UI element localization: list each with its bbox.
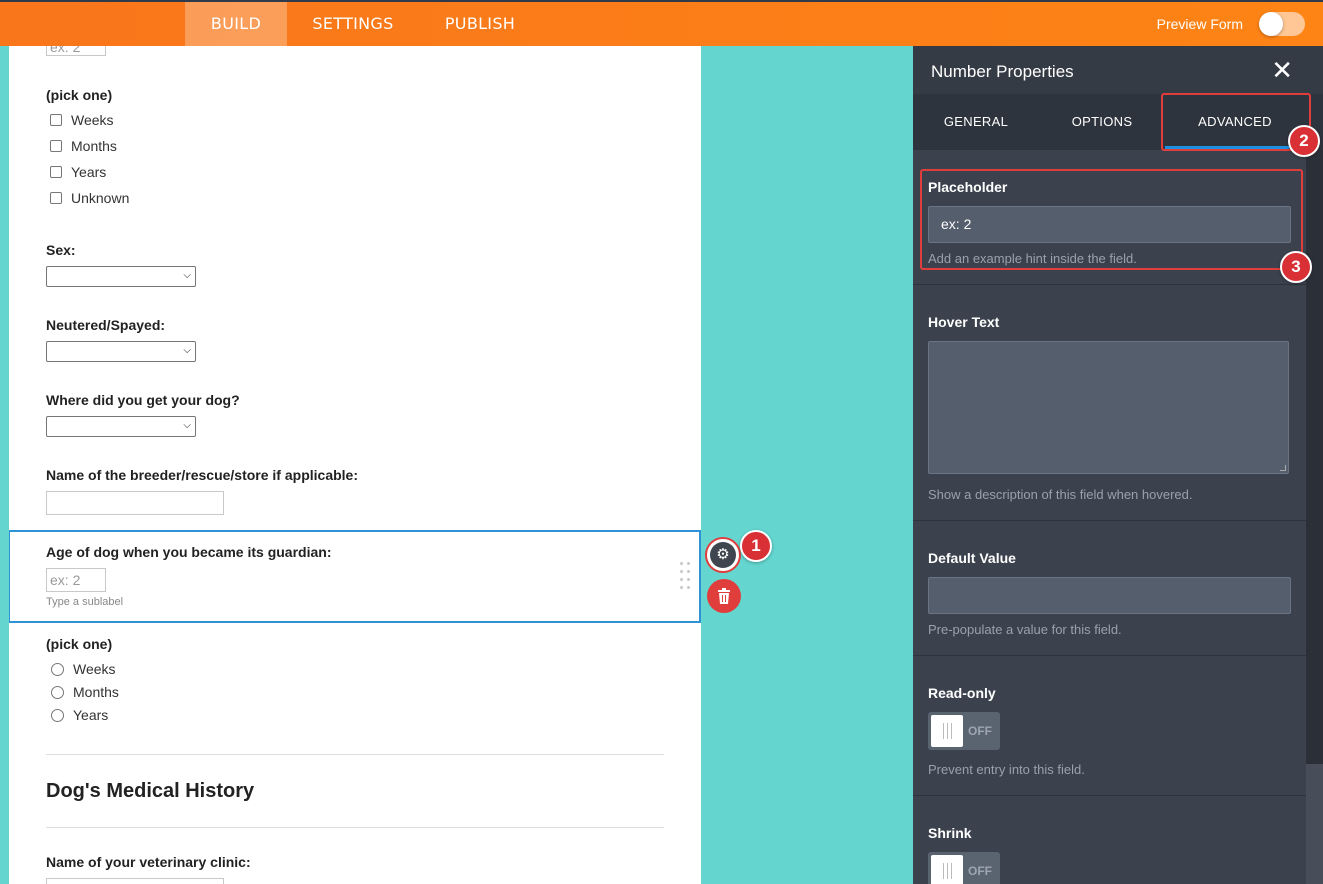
shrink-section: Shrink OFF (913, 796, 1306, 884)
read-only-toggle[interactable]: OFF (928, 712, 1000, 750)
option-label: Years (71, 164, 107, 180)
option-label: Years (73, 707, 109, 723)
divider (46, 754, 664, 755)
default-value-label: Default Value (928, 550, 1016, 566)
delete-field-button[interactable] (707, 579, 741, 613)
default-value-section: Default Value Pre-populate a value for t… (913, 521, 1306, 656)
toggle-knob (931, 855, 963, 884)
radio-button[interactable] (51, 708, 64, 722)
tab-build[interactable]: BUILD (185, 2, 287, 46)
top-navigation-bar: BUILD SETTINGS PUBLISH Preview Form (0, 0, 1323, 46)
tab-general[interactable]: GENERAL (913, 94, 1039, 150)
neutered-select[interactable]: ⌵ (46, 341, 196, 362)
hover-text-textarea[interactable] (928, 341, 1289, 474)
where-select[interactable]: ⌵ (46, 416, 196, 437)
age-label: Age of dog when you became its guardian: (46, 544, 332, 560)
sex-label: Sex: (46, 242, 76, 258)
chevron-down-icon: ⌵ (183, 270, 191, 281)
checkbox-option-years[interactable]: Years (50, 164, 106, 180)
radio-option-years[interactable]: Years (51, 707, 108, 723)
checkbox[interactable] (50, 114, 62, 126)
pick-one-label: (pick one) (46, 636, 113, 652)
annotation-badge-1: 1 (740, 530, 772, 562)
radio-option-weeks[interactable]: Weeks (51, 661, 116, 677)
checkbox[interactable] (50, 192, 62, 204)
read-only-help: Prevent entry into this field. (928, 762, 1085, 777)
toggle-state: OFF (968, 724, 992, 738)
preview-form-toggle[interactable] (1259, 12, 1305, 36)
read-only-label: Read-only (928, 685, 996, 701)
scrollbar-thumb[interactable] (1306, 150, 1323, 764)
close-icon[interactable]: ✕ (1271, 57, 1293, 83)
option-label: Months (71, 138, 117, 154)
toggle-state: OFF (968, 864, 992, 878)
breeder-input[interactable] (46, 491, 224, 515)
option-label: Unknown (71, 190, 130, 206)
radio-button[interactable] (51, 685, 64, 699)
tab-settings[interactable]: SETTINGS (300, 2, 406, 46)
age-sublabel[interactable]: Type a sublabel (46, 596, 123, 608)
shrink-toggle[interactable]: OFF (928, 852, 1000, 884)
form-canvas: ex: 2 (pick one) Weeks Months Years Unkn… (9, 46, 701, 884)
hover-text-section: Hover Text Show a description of this fi… (913, 285, 1306, 521)
annotation-box-placeholder (920, 169, 1303, 270)
chevron-down-icon: ⌵ (183, 345, 191, 356)
trash-icon (718, 588, 730, 604)
vet-clinic-input[interactable] (46, 878, 224, 884)
age-number-input[interactable]: ex: 2 (46, 568, 106, 592)
option-label: Weeks (71, 112, 114, 128)
radio-option-months[interactable]: Months (51, 684, 119, 700)
gear-icon: ⚙ (710, 542, 736, 568)
hover-text-help: Show a description of this field when ho… (928, 487, 1193, 502)
annotation-badge-2: 2 (1288, 125, 1320, 157)
resize-grip-icon[interactable] (1280, 465, 1286, 471)
pick-one-label: (pick one) (46, 87, 113, 103)
breeder-label: Name of the breeder/rescue/store if appl… (46, 467, 358, 483)
checkbox-option-unknown[interactable]: Unknown (50, 190, 129, 206)
panel-header: Number Properties ✕ (913, 46, 1323, 94)
checkbox[interactable] (50, 166, 62, 178)
shrink-label: Shrink (928, 825, 972, 841)
option-label: Weeks (73, 661, 116, 677)
where-label: Where did you get your dog? (46, 392, 240, 408)
drag-handle-icon[interactable] (680, 562, 692, 592)
option-label: Months (73, 684, 119, 700)
checkbox-option-months[interactable]: Months (50, 138, 117, 154)
annotation-badge-3: 3 (1280, 251, 1312, 283)
read-only-section: Read-only OFF Prevent entry into this fi… (913, 656, 1306, 796)
preview-form-label: Preview Form (1156, 16, 1243, 32)
section-heading: Dog's Medical History (46, 780, 255, 802)
divider (46, 827, 664, 828)
checkbox-option-weeks[interactable]: Weeks (50, 112, 114, 128)
tab-publish[interactable]: PUBLISH (430, 2, 530, 46)
default-value-help: Pre-populate a value for this field. (928, 622, 1122, 637)
previous-number-input[interactable]: ex: 2 (46, 46, 106, 56)
toggle-knob (931, 715, 963, 747)
toggle-knob (1259, 12, 1283, 36)
default-value-input[interactable] (928, 577, 1291, 614)
tab-options[interactable]: OPTIONS (1039, 94, 1165, 150)
checkbox[interactable] (50, 140, 62, 152)
panel-title: Number Properties (931, 62, 1074, 81)
field-properties-button[interactable]: ⚙ (705, 537, 741, 573)
hover-text-label: Hover Text (928, 314, 1000, 330)
chevron-down-icon: ⌵ (183, 420, 191, 431)
radio-button[interactable] (51, 662, 64, 676)
vet-clinic-label: Name of your veterinary clinic: (46, 854, 251, 870)
sex-select[interactable]: ⌵ (46, 266, 196, 287)
neutered-label: Neutered/Spayed: (46, 317, 166, 333)
